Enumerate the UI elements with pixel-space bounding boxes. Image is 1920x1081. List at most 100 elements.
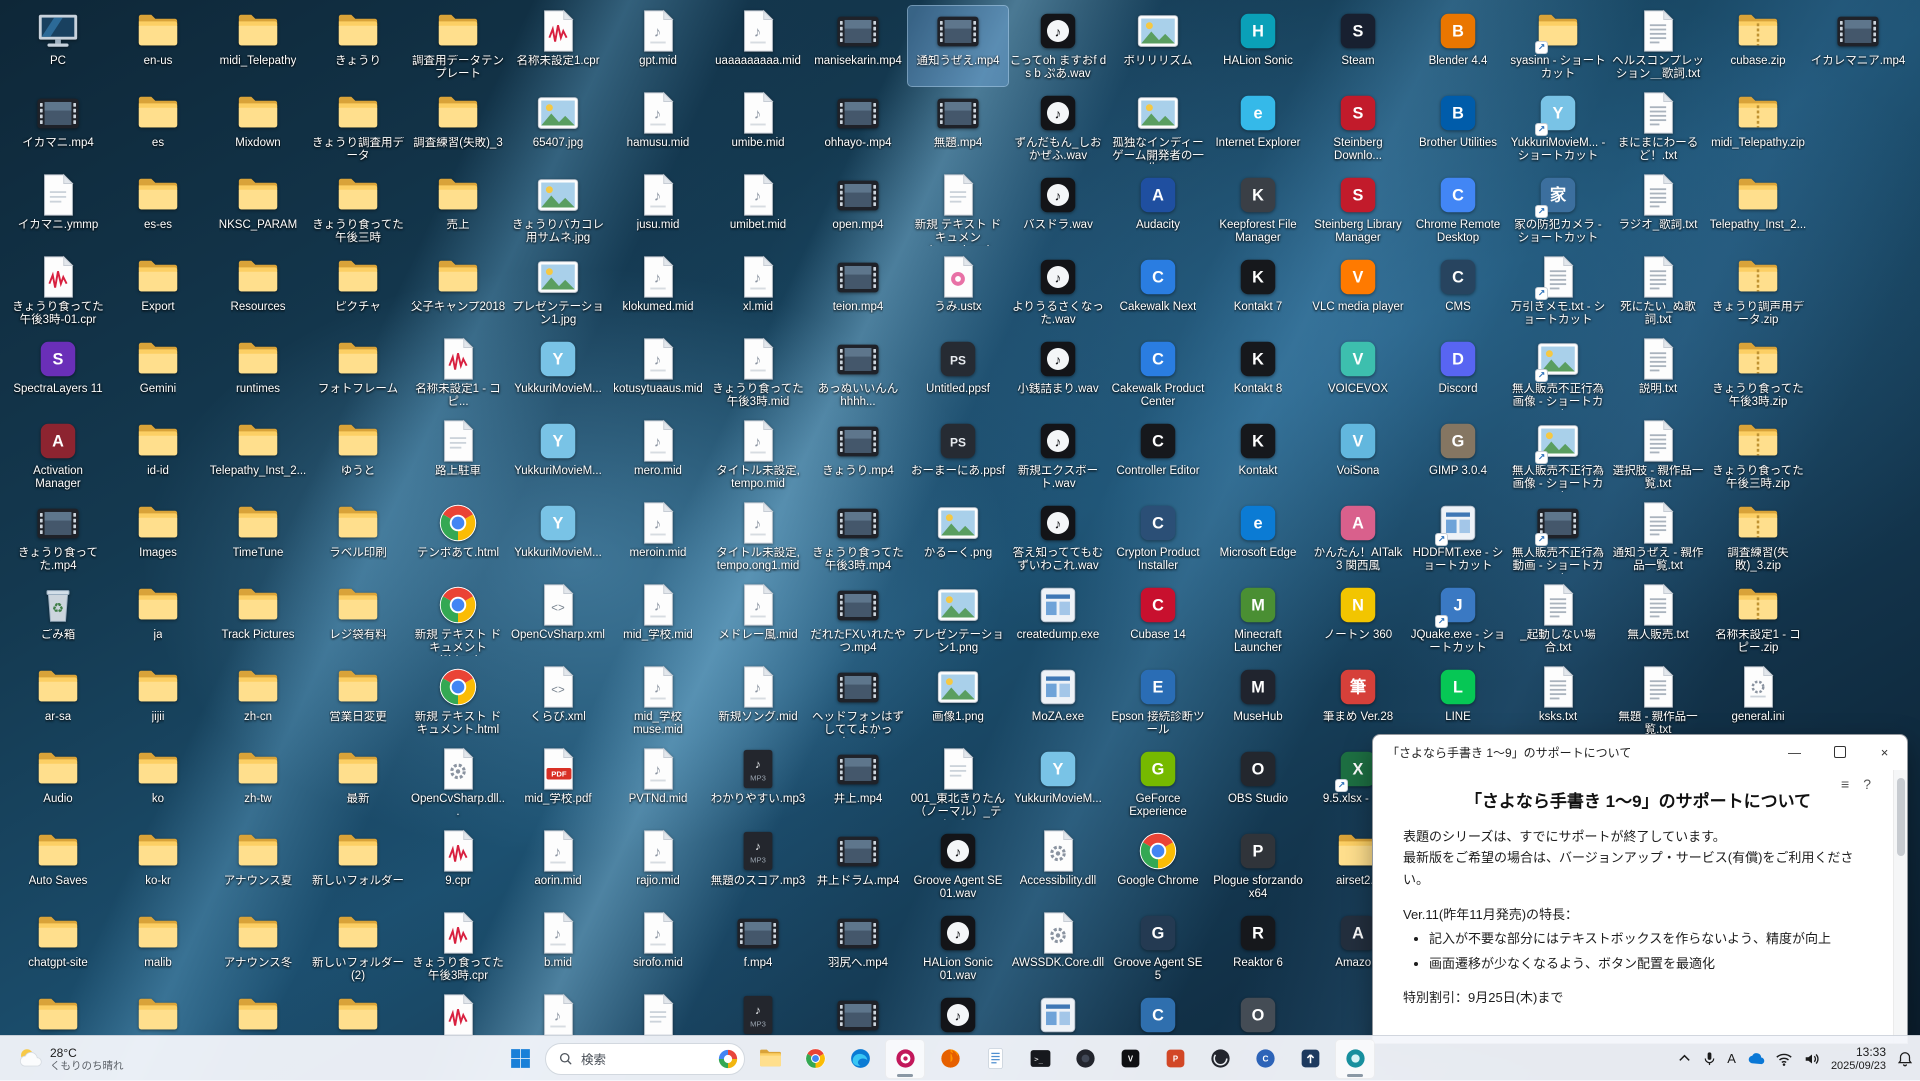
desktop-icon[interactable]: ↗無人販売不正行為 動画 - ショートカット xyxy=(1508,498,1608,578)
desktop-icon[interactable]: ♪答え知っててもむずいわこれ.wav xyxy=(1008,498,1108,578)
desktop-icon[interactable]: ♪きょうり食ってた午後3時.mid xyxy=(708,334,808,414)
desktop-icon[interactable]: きょうり食ってた午後3時.mp4 xyxy=(808,498,908,578)
desktop-icon[interactable]: プレゼンテーション1.jpg xyxy=(508,252,608,332)
desktop-icon[interactable]: ♪rajio.mid xyxy=(608,826,708,906)
taskbar-powerpoint[interactable]: P xyxy=(1155,1039,1195,1079)
desktop-icon[interactable]: ピクチャ xyxy=(308,252,408,332)
desktop-icon[interactable]: ksks.txt xyxy=(1508,662,1608,742)
desktop-icon[interactable]: es-es xyxy=(108,170,208,250)
desktop-icon[interactable]: 通知うぜえ.mp4 xyxy=(908,6,1008,86)
desktop-icon[interactable]: ♪PVTNd.mid xyxy=(608,744,708,824)
desktop-icon[interactable]: Nノートン 360 xyxy=(1308,580,1408,660)
desktop-icon[interactable]: ♪MP3わかりやすい.mp3 xyxy=(708,744,808,824)
desktop-icon[interactable]: きょうり食ってた午後3時.zip xyxy=(1708,334,1808,414)
desktop-icon[interactable]: PC xyxy=(8,6,108,86)
desktop-icon[interactable]: あっぬいいんんhhhh... xyxy=(808,334,908,414)
desktop-icon[interactable]: きょうり.mp4 xyxy=(808,416,908,496)
desktop-icon[interactable]: _起動しない場合.txt xyxy=(1508,580,1608,660)
desktop-icon[interactable]: AActivation Manager xyxy=(8,416,108,496)
desktop-icon[interactable]: ↗無人販売不正行為 画像 - ショートカット xyxy=(1508,416,1608,496)
desktop-icon[interactable]: 調査練習(失敗)_3.zip xyxy=(1708,498,1808,578)
desktop-icon[interactable]: YYukkuriMovieM... xyxy=(508,334,608,414)
desktop-icon[interactable]: きょうり食ってた.mp4 xyxy=(8,498,108,578)
desktop-icon[interactable]: ♪kotusytuaaus.mid xyxy=(608,334,708,414)
desktop-icon[interactable]: YYukkuriMovieM... xyxy=(508,498,608,578)
desktop-icon[interactable]: 無題 - 親作品一覧.txt xyxy=(1608,662,1708,742)
desktop-icon[interactable]: 通知うぜえ - 親作品一覧.txt xyxy=(1608,498,1708,578)
desktop-icon[interactable]: jijii xyxy=(108,662,208,742)
notification-button[interactable] xyxy=(1896,1050,1914,1068)
desktop-icon[interactable]: PDFmid_学校.pdf xyxy=(508,744,608,824)
mic-tray-button[interactable] xyxy=(1702,1051,1717,1066)
desktop-icon[interactable]: CChrome Remote Desktop xyxy=(1408,170,1508,250)
desktop-icon[interactable]: ↗万引きメモ.txt - ショートカット xyxy=(1508,252,1608,332)
cloud-tray-button[interactable] xyxy=(1746,1049,1765,1068)
desktop-icon[interactable]: MoZA.exe xyxy=(1008,662,1108,742)
ime-indicator[interactable]: A xyxy=(1727,1051,1736,1066)
menu-icon[interactable]: ≡ xyxy=(1841,776,1849,792)
desktop-icon[interactable]: ♪aorin.mid xyxy=(508,826,608,906)
desktop-icon[interactable]: YYukkuriMovieM... xyxy=(1008,744,1108,824)
close-button[interactable]: × xyxy=(1862,735,1907,769)
desktop-icon[interactable]: ♪hamusu.mid xyxy=(608,88,708,168)
taskbar-cubase-app[interactable]: C xyxy=(1245,1039,1285,1079)
desktop-icon[interactable]: zh-cn xyxy=(208,662,308,742)
desktop-icon[interactable]: ♪klokumed.mid xyxy=(608,252,708,332)
minimize-button[interactable]: — xyxy=(1772,735,1817,769)
desktop-icon[interactable]: SSteinberg Downlo... xyxy=(1308,88,1408,168)
start-button[interactable] xyxy=(500,1039,540,1079)
taskbar-firefox[interactable] xyxy=(930,1039,970,1079)
taskbar-steam-app[interactable] xyxy=(1065,1039,1105,1079)
desktop-icon[interactable]: 名称未設定1 - コピー.zip xyxy=(1708,580,1808,660)
desktop-icon[interactable]: ko-kr xyxy=(108,826,208,906)
desktop-icon[interactable]: id-id xyxy=(108,416,208,496)
desktop-icon[interactable]: TimeTune xyxy=(208,498,308,578)
desktop-icon[interactable]: ♪こってoh ますおf d s b ぷあ.wav xyxy=(1008,6,1108,86)
desktop-icon[interactable]: 名称未設定1.cpr xyxy=(508,6,608,86)
desktop-icon[interactable]: イカマニ.mp4 xyxy=(8,88,108,168)
desktop-icon[interactable]: RReaktor 6 xyxy=(1208,908,1308,988)
desktop-icon[interactable]: malib xyxy=(108,908,208,988)
desktop-icon[interactable]: Track Pictures xyxy=(208,580,308,660)
desktop-icon[interactable]: createdump.exe xyxy=(1008,580,1108,660)
desktop-icon[interactable]: OpenCvSharp.dll... xyxy=(408,744,508,824)
desktop-icon[interactable]: zh-tw xyxy=(208,744,308,824)
desktop-icon[interactable]: eMicrosoft Edge xyxy=(1208,498,1308,578)
desktop-icon[interactable]: SSteam xyxy=(1308,6,1408,86)
desktop-icon[interactable]: Accessibility.dll xyxy=(1008,826,1108,906)
desktop-icon[interactable]: ♪小銭詰まり.wav xyxy=(1008,334,1108,414)
taskbar-support-tool[interactable] xyxy=(1335,1039,1375,1079)
desktop-icon[interactable]: CCubase 14 xyxy=(1108,580,1208,660)
desktop-icon[interactable]: general.ini xyxy=(1708,662,1808,742)
taskbar-uploader-app[interactable] xyxy=(1290,1039,1330,1079)
desktop-icon[interactable]: CCakewalk Next xyxy=(1108,252,1208,332)
desktop-icon[interactable]: 新規 テキスト ドキュメント (2).html xyxy=(408,580,508,660)
desktop-icon[interactable]: 営業日変更 xyxy=(308,662,408,742)
desktop-icon[interactable]: レジ袋有料 xyxy=(308,580,408,660)
desktop-icon[interactable]: eInternet Explorer xyxy=(1208,88,1308,168)
desktop-icon[interactable]: ar-sa xyxy=(8,662,108,742)
desktop-icon[interactable]: ♪新規エクスポート.wav xyxy=(1008,416,1108,496)
desktop-icon[interactable]: 調査用データテンプレート xyxy=(408,6,508,86)
desktop-icon[interactable]: YYukkuriMovieM... xyxy=(508,416,608,496)
desktop-icon[interactable]: ♪gpt.mid xyxy=(608,6,708,86)
clock[interactable]: 13:33 2025/09/23 xyxy=(1831,1045,1886,1073)
desktop-icon[interactable]: 死にたい_ぬ歌詞.txt xyxy=(1608,252,1708,332)
desktop-icon[interactable]: Aかんたん！AITalk 3 関西風 xyxy=(1308,498,1408,578)
desktop-icon[interactable]: ゆうと xyxy=(308,416,408,496)
taskbar-obs-studio[interactable] xyxy=(1200,1039,1240,1079)
desktop-icon[interactable]: <>くらび.xml xyxy=(508,662,608,742)
desktop-icon[interactable]: イカマニ.ymmp xyxy=(8,170,108,250)
desktop-icon[interactable]: PSUntitled.ppsf xyxy=(908,334,1008,414)
desktop-icon[interactable]: teion.mp4 xyxy=(808,252,908,332)
taskbar-file-explorer[interactable] xyxy=(750,1039,790,1079)
desktop-icon[interactable]: きょうり食ってた午後3時-01.cpr xyxy=(8,252,108,332)
desktop-icon[interactable]: chatgpt-site xyxy=(8,908,108,988)
desktop-icon[interactable]: 路上駐車 xyxy=(408,416,508,496)
desktop-icon[interactable]: GGIMP 3.0.4 xyxy=(1408,416,1508,496)
desktop-icon[interactable]: ポリリリズム xyxy=(1108,6,1208,86)
desktop-icon[interactable]: PPlogue sforzando x64 xyxy=(1208,826,1308,906)
desktop-icon[interactable]: 無題.mp4 xyxy=(908,88,1008,168)
desktop-icon[interactable]: ♪jusu.mid xyxy=(608,170,708,250)
desktop-icon[interactable]: きょうり食ってた午後三時.zip xyxy=(1708,416,1808,496)
